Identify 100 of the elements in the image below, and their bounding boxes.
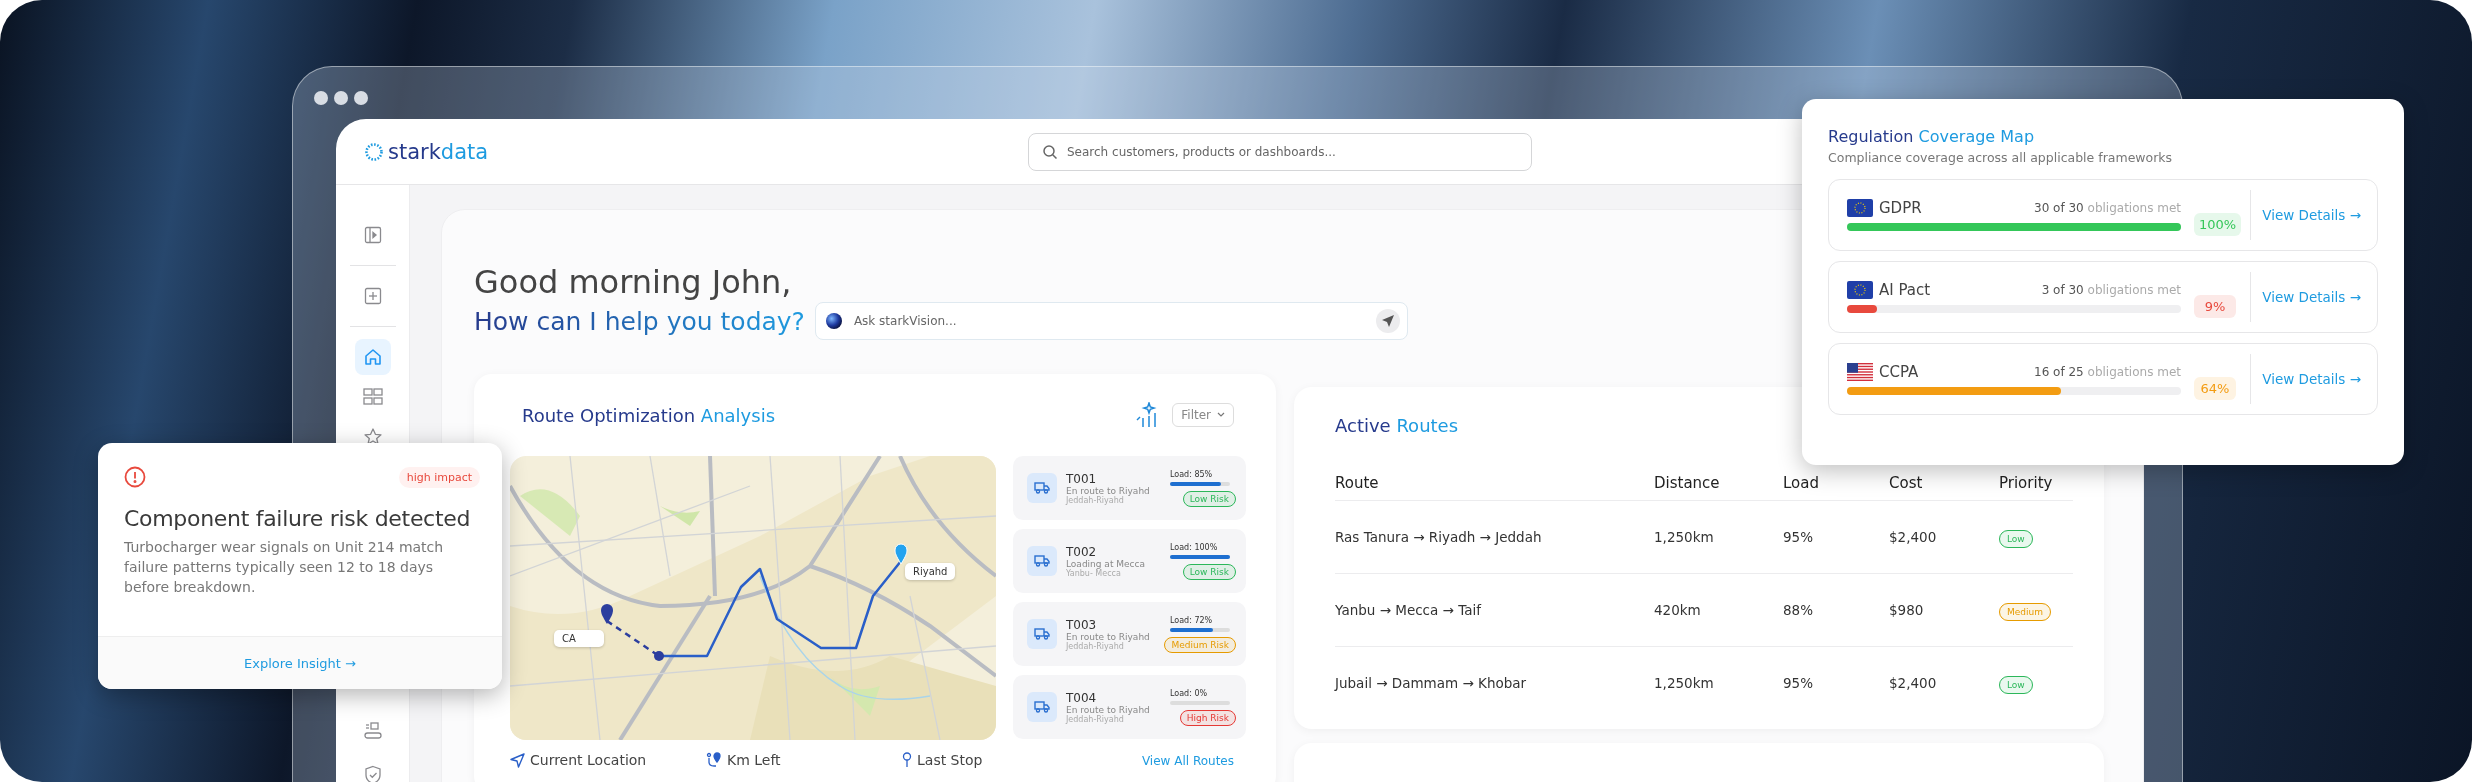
insight-text: Turbocharger wear signals on Unit 214 match failure patterns typically seen 12 to 18 days before breakdown. bbox=[124, 538, 445, 597]
shield-icon bbox=[363, 765, 382, 782]
table-cell-text: 95% bbox=[1783, 529, 1814, 545]
insight-title: Component failure risk detected bbox=[124, 506, 472, 531]
truck-status: En route to Riyahd bbox=[1066, 704, 1151, 715]
sidebar-item[interactable] bbox=[354, 339, 391, 375]
inbox-icon bbox=[362, 722, 383, 740]
truck-route: Jeddah-Riyahd bbox=[1066, 641, 1124, 651]
logo-icon bbox=[364, 141, 384, 162]
pin-icon bbox=[902, 752, 912, 768]
column-header: Cost bbox=[1889, 474, 1924, 492]
route-pins-icon bbox=[706, 752, 722, 768]
table-cell-text: 95% bbox=[1783, 675, 1814, 691]
explore-insight-link[interactable]: Explore Insight → bbox=[244, 655, 356, 671]
obligations-count: 30 of 30 obligations met bbox=[2034, 201, 2181, 215]
table-cell-text: 420km bbox=[1654, 602, 1702, 618]
column-header: Route bbox=[1335, 474, 1380, 492]
view-details-link[interactable]: View Details → bbox=[2262, 371, 2361, 387]
truck-icon bbox=[1027, 619, 1057, 649]
logo-text: starkdata bbox=[388, 139, 489, 164]
truck-id: T003 bbox=[1066, 617, 1098, 632]
greeting-title: Good morning John, bbox=[474, 264, 792, 300]
truck-route: Yanbu- Mecca bbox=[1066, 568, 1122, 578]
table-cell-text: 1,250km bbox=[1654, 675, 1715, 691]
load-label: Load: 0% bbox=[1170, 688, 1208, 698]
truck-status: Loading at Mecca bbox=[1066, 558, 1146, 569]
view-all-routes-link[interactable]: View All Routes bbox=[1141, 754, 1234, 768]
obligations-count: 16 of 25 obligations met bbox=[2034, 365, 2181, 379]
map-label: CA bbox=[554, 630, 604, 647]
panel-title: Route Optimization Analysis bbox=[522, 404, 776, 426]
truck-card[interactable]: T003 En route to Riyahd Jeddah-Riyahd Load: 72% Medium Risk bbox=[1013, 602, 1246, 666]
risk-badge: High Risk bbox=[1179, 709, 1236, 726]
navigation-arrow-icon bbox=[510, 752, 525, 768]
priority-badge: Medium bbox=[1999, 603, 2051, 621]
legend-label: Current Location bbox=[530, 752, 647, 768]
alert-icon bbox=[124, 466, 146, 488]
risk-badge: Low Risk bbox=[1182, 563, 1236, 580]
panel-title: Active Routes bbox=[1334, 415, 1460, 436]
truck-route: Jeddah-Riyahd bbox=[1066, 714, 1124, 724]
priority-badge: Low bbox=[1999, 530, 2033, 548]
search-icon bbox=[1042, 143, 1058, 160]
priority-badge: Low bbox=[1999, 676, 2033, 694]
truck-card[interactable]: T004 En route to Riyahd Jeddah-Riyahd Load: 0% High Risk bbox=[1013, 675, 1246, 739]
table-cell-text: Ras Tanura → Riyadh → Jeddah bbox=[1335, 529, 1543, 545]
search-field[interactable]: Search customers, products or dashboards... bbox=[1028, 132, 1532, 171]
card-subtitle: Compliance coverage across all applicable frameworks bbox=[1828, 150, 2174, 165]
table-cell-text: Jubail → Dammam → Khobar bbox=[1335, 675, 1528, 691]
table-cell-text: $2,400 bbox=[1889, 529, 1938, 545]
risk-badge: Low Risk bbox=[1182, 490, 1236, 507]
send-icon bbox=[1380, 314, 1395, 328]
framework-name: AI Pact bbox=[1879, 281, 1931, 299]
card-title: Regulation Coverage Map bbox=[1828, 127, 2036, 146]
location-pin-icon bbox=[601, 604, 613, 624]
sidebar-toggle-icon bbox=[363, 226, 382, 244]
window-dot bbox=[354, 91, 368, 105]
truck-icon bbox=[1027, 546, 1057, 576]
percent-badge: 9% bbox=[2194, 294, 2236, 318]
obligations-count: 3 of 30 obligations met bbox=[2041, 283, 2181, 297]
table-cell-text: $2,400 bbox=[1889, 675, 1938, 691]
legend-label: Last Stop bbox=[917, 752, 983, 768]
chevron-down-icon bbox=[1217, 412, 1225, 418]
truck-card[interactable]: T001 En route to Riyahd Jeddah-Riyahd Load: 85% Low Risk bbox=[1013, 456, 1246, 520]
home-icon bbox=[362, 347, 383, 367]
load-label: Load: 72% bbox=[1170, 615, 1213, 625]
column-header: Distance bbox=[1654, 474, 1721, 492]
column-header: Load bbox=[1783, 474, 1820, 492]
ask-field[interactable]: Ask starkVision... bbox=[814, 302, 1408, 340]
eu-flag-icon bbox=[1847, 199, 1873, 217]
table-cell-text: 1,250km bbox=[1654, 529, 1715, 545]
view-details-link[interactable]: View Details → bbox=[2262, 207, 2361, 223]
truck-icon bbox=[1027, 692, 1057, 722]
risk-badge: Medium Risk bbox=[1164, 636, 1236, 653]
table-cell-text: Yanbu → Mecca → Taif bbox=[1335, 602, 1483, 618]
load-label: Load: 100% bbox=[1170, 542, 1218, 552]
table-cell-text: 88% bbox=[1783, 602, 1814, 618]
dashboard-icon bbox=[362, 388, 383, 406]
truck-id: T001 bbox=[1066, 471, 1098, 486]
truck-card[interactable]: T002 Loading at Mecca Yanbu- Mecca Load: 100% Low Risk bbox=[1013, 529, 1246, 593]
window-dot bbox=[334, 91, 348, 105]
framework-name: GDPR bbox=[1879, 199, 1922, 217]
window-dot bbox=[314, 91, 328, 105]
view-details-link[interactable]: View Details → bbox=[2262, 289, 2361, 305]
add-icon bbox=[363, 287, 382, 305]
location-pin-icon bbox=[894, 543, 908, 565]
load-label: Load: 85% bbox=[1170, 469, 1213, 479]
truck-id: T004 bbox=[1066, 690, 1098, 705]
truck-status: En route to Riyahd bbox=[1066, 631, 1151, 642]
table-cell-text: $980 bbox=[1889, 602, 1925, 618]
orb-icon bbox=[824, 312, 843, 330]
us-flag-icon bbox=[1847, 363, 1873, 381]
truck-status: En route to Riyahd bbox=[1066, 485, 1151, 496]
legend-label: Km Left bbox=[727, 752, 781, 768]
truck-route: Jeddah-Riyahd bbox=[1066, 495, 1124, 505]
current-location-dot bbox=[654, 651, 664, 661]
column-header: Priority bbox=[1999, 474, 2054, 492]
percent-badge: 64% bbox=[2194, 376, 2236, 400]
filter-dropdown[interactable]: Filter bbox=[1172, 403, 1234, 427]
eu-flag-icon bbox=[1847, 281, 1873, 299]
truck-id: T002 bbox=[1066, 544, 1098, 559]
sparkle-chart-icon bbox=[1136, 402, 1159, 428]
